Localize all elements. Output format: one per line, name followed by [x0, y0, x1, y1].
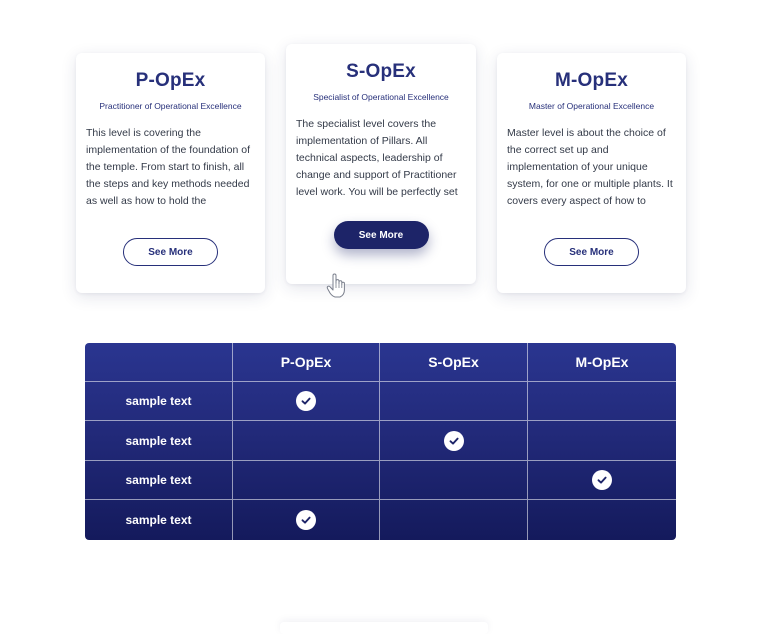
card-title: S-OpEx — [346, 61, 416, 82]
table-cell — [528, 382, 676, 421]
card-subtitle: Specialist of Operational Excellence — [313, 92, 449, 102]
see-more-button[interactable]: See More — [333, 221, 429, 249]
card-description: The specialist level covers the implemen… — [296, 118, 458, 198]
check-circle-icon — [443, 430, 464, 451]
table-cell — [233, 382, 380, 421]
table-cell — [233, 500, 380, 540]
card-s-opex: S-OpEx Specialist of Operational Excelle… — [286, 44, 476, 284]
table-cell — [380, 461, 528, 500]
table-header-cell: P-OpEx — [233, 343, 380, 382]
table-cell — [380, 500, 528, 540]
table-cell — [233, 461, 380, 500]
table-header-cell: M-OpEx — [528, 343, 676, 382]
hand-pointer-icon — [324, 272, 350, 300]
comparison-table: P-OpEx S-OpEx M-OpEx sample text sample text… — [85, 343, 676, 540]
card-title: P-OpEx — [135, 70, 206, 91]
card-title: M-OpEx — [555, 70, 628, 91]
card-description: Master level is about the choice of the … — [507, 127, 673, 207]
table-cell — [380, 382, 528, 421]
see-more-button[interactable]: See More — [544, 238, 639, 266]
card-description: This level is covering the implementatio… — [86, 127, 251, 207]
card-m-opex: M-OpEx Master of Operational Excellence … — [497, 53, 686, 293]
table-header-cell: S-OpEx — [380, 343, 528, 382]
next-section-edge — [280, 622, 488, 634]
table-row-label: sample text — [85, 421, 233, 461]
see-more-button[interactable]: See More — [123, 238, 218, 266]
card-subtitle: Practitioner of Operational Excellence — [99, 101, 242, 111]
card-p-opex: P-OpEx Practitioner of Operational Excel… — [76, 53, 265, 293]
check-circle-icon — [592, 470, 612, 490]
card-subtitle: Master of Operational Excellence — [528, 101, 655, 111]
table-row-label: sample text — [85, 382, 233, 421]
table-cell — [380, 421, 528, 461]
table-row-label: sample text — [85, 500, 233, 540]
check-circle-icon — [296, 510, 316, 530]
table-cell — [233, 421, 380, 461]
table-cell — [528, 421, 676, 461]
table-cell — [528, 461, 676, 500]
table-cell — [528, 500, 676, 540]
check-circle-icon — [296, 391, 316, 411]
table-row-label: sample text — [85, 461, 233, 500]
table-header-blank — [85, 343, 233, 382]
